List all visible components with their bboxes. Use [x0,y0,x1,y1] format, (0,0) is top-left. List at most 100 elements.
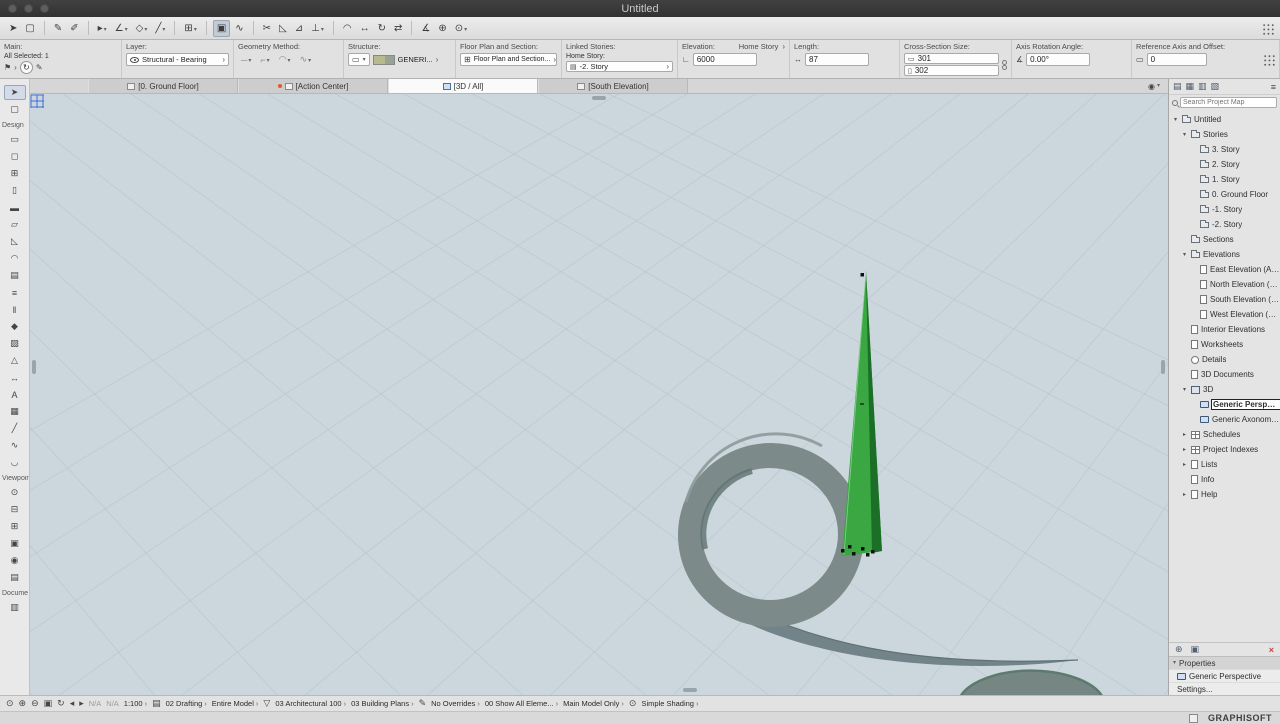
select-arrow-button[interactable]: ➤ [6,21,20,36]
orbit-icon[interactable]: ↻ [57,698,65,709]
grid-snap-button[interactable]: ⊞ ▾ [181,21,199,36]
tool-elevation-button[interactable]: ⊞ [4,519,26,534]
toolbar-anchor-grid-icon[interactable] [1261,21,1274,35]
layer-selector[interactable]: Structural - Bearing › [126,53,229,66]
quick-zoom-icon[interactable]: ⊙ [6,698,14,709]
tool-text-button[interactable]: A [4,387,26,402]
style-icon-icon[interactable]: ⊙ [629,698,637,709]
cross-section-width-input[interactable]: ▭ 301 [904,53,999,64]
pen-set-selector[interactable]: 03 Architectural 100 › [275,699,346,708]
viewport-3d[interactable] [30,94,1168,695]
zoom-window-button[interactable] [40,4,49,13]
geometry-chained-button[interactable]: ⌐ ▾ [257,54,272,66]
expander-icon[interactable]: ▸ [1181,431,1188,438]
reference-offset-input[interactable]: 0 [1146,53,1207,66]
tab-3d-all[interactable]: [3D / All] [388,79,538,93]
pane-splitter-left[interactable] [32,360,36,374]
floorplan-display-selector[interactable]: ⊞ Floor Plan and Section... › [460,53,557,66]
tool-polyline-button[interactable]: ∿ [4,438,26,453]
pen-set-icon-icon[interactable]: ▽ [263,698,270,709]
capture-button[interactable]: ⊙ ▾ [452,21,470,36]
tree-item-elevations[interactable]: ▾ Elevations [1169,247,1280,262]
coordinate-input-button[interactable]: ∠ ▾ [112,21,131,36]
tool-curtain-wall-button[interactable]: ▤ [4,268,26,283]
layer-combination-selector[interactable]: 02 Drafting › [166,699,207,708]
properties-header[interactable]: ▾ Properties [1169,656,1280,669]
project-map-icon[interactable]: ▤ [1173,81,1182,92]
elevation-input[interactable]: 6000 [692,53,757,66]
annotate-button[interactable]: ⊕ [435,21,449,36]
tree-item-0-ground-floor[interactable]: 0. Ground Floor [1169,187,1280,202]
menu-icon[interactable]: ≡ [1271,82,1276,92]
tool-shell-button[interactable]: ◠ [4,251,26,266]
tool-slab-button[interactable]: ▱ [4,217,26,232]
marquee-button[interactable]: ▢ [22,21,37,36]
cursor-mode-button[interactable]: ▸ ▾ [95,21,110,36]
fillet-button[interactable]: ◠ [340,21,355,36]
expander-icon[interactable]: ▸ [1181,461,1188,468]
tree-item-stories[interactable]: ▾ Stories [1169,127,1280,142]
pane-splitter-bottom[interactable] [683,688,697,692]
adjust-button[interactable]: ⊿ [292,21,306,36]
cross-section-height-input[interactable]: ▯ 302 [904,65,999,76]
tool-wall-button[interactable]: ▭ [4,132,26,147]
delete-icon[interactable]: × [1269,645,1274,655]
view-map-icon[interactable]: ▦ [1186,81,1195,92]
magic-wand-button[interactable]: ∿ [232,21,246,36]
tab-action-center[interactable]: [Action Center] [238,79,388,93]
tree-item-untitled[interactable]: ▾ Untitled [1169,112,1280,127]
mirror-button[interactable]: ⇄ [391,21,405,36]
tool-stair-button[interactable]: ≡ [4,285,26,300]
anchor-point-picker[interactable] [1262,53,1275,66]
stretch-button[interactable]: ↔ [357,21,373,36]
zoom-in-icon[interactable]: ⊕ [19,698,27,709]
tool-line-button[interactable]: ╱ [4,421,26,436]
pen-button[interactable]: ✐ [67,21,81,36]
tree-item-lists[interactable]: ▸ Lists [1169,457,1280,472]
expander-icon[interactable]: ▾ [1181,386,1188,393]
home-story-selector[interactable]: ▤ -2. Story › [566,61,673,72]
show-organizer-icon[interactable]: ▣ [1191,644,1200,655]
tool-select-button[interactable]: ➤ [3,85,26,100]
tab-0-ground-floor[interactable]: [0. Ground Floor] [88,79,238,93]
tree-item-generic-perspective[interactable]: Generic Perspective [1169,397,1280,412]
properties-viewpoint-row[interactable]: Generic Perspective [1169,669,1280,682]
fit-in-window-icon[interactable]: ▣ [44,698,53,709]
elevation-home-story[interactable]: Home Story [739,42,779,51]
layer-book-icon[interactable]: ▤ [152,698,161,709]
tree-item-east-elevation-auto[interactable]: East Elevation (Auto... [1169,262,1280,277]
tool-section-button[interactable]: ⊟ [4,502,26,517]
tree-item-south-elevation-auto[interactable]: South Elevation (Auto... [1169,292,1280,307]
tool-window-button[interactable]: ⊞ [4,166,26,181]
structure-type-button[interactable]: ▭ ▾ [348,53,370,66]
tree-item-3d[interactable]: ▾ 3D [1169,382,1280,397]
graphic-override-selector[interactable]: No Overrides › [431,699,480,708]
minimize-window-button[interactable] [24,4,33,13]
link-values-toggle[interactable] [1002,59,1007,70]
tree-item-help[interactable]: ▸ Help [1169,487,1280,502]
scale-selector[interactable]: 1:100 › [124,699,147,708]
tree-item-north-elevation-auto[interactable]: North Elevation (Auto... [1169,277,1280,292]
tool-mesh-button[interactable]: △ [4,353,26,368]
structure-display-selector[interactable]: Entire Model › [212,699,259,708]
tool-fill-button[interactable]: ▦ [4,404,26,419]
publisher-icon[interactable]: ▧ [1211,81,1220,92]
tool-railing-button[interactable]: ‖ [4,302,26,317]
axis-rotation-input[interactable]: 0.00° [1026,53,1091,66]
rotate-control-button[interactable]: ↻ [19,61,33,74]
rotate-button[interactable]: ↻ [375,21,389,36]
tool-door-button[interactable]: ◻ [4,149,26,164]
expander-icon[interactable]: ▸ [1181,491,1188,498]
trim-button[interactable]: ✂ [260,21,274,36]
properties-settings-row[interactable]: Settings... [1169,682,1280,695]
tree-item-1-story[interactable]: -1. Story [1169,202,1280,217]
measure-button[interactable]: ∡ [418,21,433,36]
view-settings-dropdown[interactable]: ◉ ▾ [1140,79,1168,93]
3d-style-selector[interactable]: Simple Shading › [641,699,698,708]
tool-beam-button[interactable]: ▬ [4,200,26,215]
new-viewpoint-icon[interactable]: ⊕ [1175,644,1183,655]
tool-zone-button[interactable]: ▨ [4,336,26,351]
layout-book-icon[interactable]: ▥ [1198,81,1207,92]
tree-item-west-elevation-auto[interactable]: West Elevation (Auto... [1169,307,1280,322]
override-icon-icon[interactable]: ✎ [419,698,427,709]
